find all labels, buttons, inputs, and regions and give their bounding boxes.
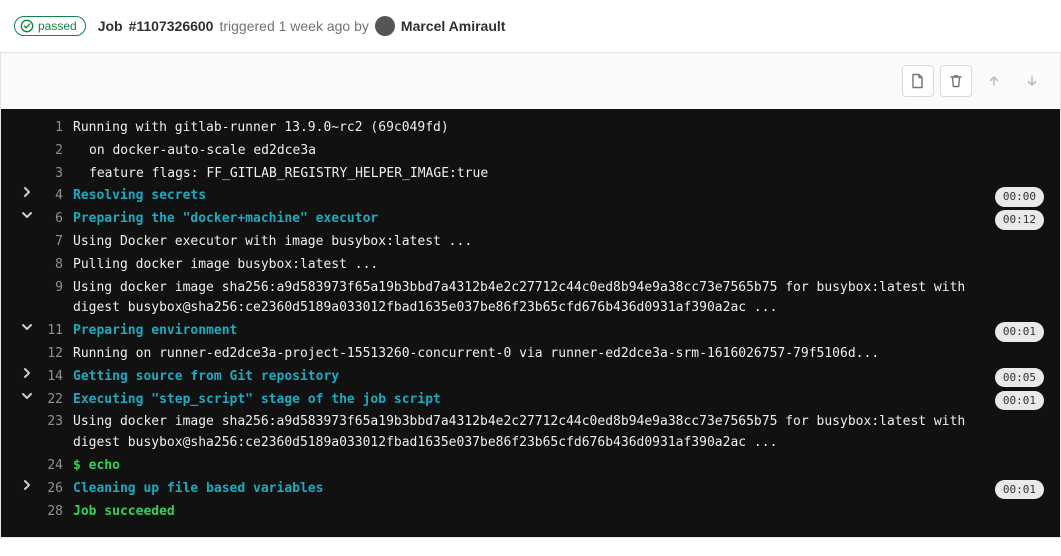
scroll-top-button <box>978 65 1010 97</box>
log-content: Using docker image sha256:a9d583973f65a1… <box>73 278 1044 320</box>
status-badge: passed <box>14 16 86 36</box>
log-content: feature flags: FF_GITLAB_REGISTRY_HELPER… <box>73 164 1044 185</box>
section-duration: 00:01 <box>995 322 1044 342</box>
line-number: 8 <box>45 255 73 276</box>
log-gutter[interactable] <box>9 390 45 402</box>
chevron-down-icon <box>21 321 33 333</box>
document-icon <box>910 73 926 89</box>
line-number: 6 <box>45 209 73 230</box>
arrow-down-icon <box>1024 73 1040 89</box>
log-content: Cleaning up file based variables <box>73 479 1044 500</box>
log-content: Preparing environment <box>73 321 1044 342</box>
log-line: 28Job succeeded <box>9 501 1044 524</box>
chevron-down-icon <box>21 390 33 402</box>
log-gutter[interactable] <box>9 367 45 379</box>
arrow-up-icon <box>986 73 1002 89</box>
log-content: Resolving secrets <box>73 186 1044 207</box>
log-section-header[interactable]: 26Cleaning up file based variables00:01 <box>9 478 1044 501</box>
chevron-right-icon <box>21 479 33 491</box>
log-line: 8Pulling docker image busybox:latest ... <box>9 254 1044 277</box>
job-id: #1107326600 <box>129 18 214 34</box>
log-line: 7Using Docker executor with image busybo… <box>9 231 1044 254</box>
section-duration: 00:05 <box>995 368 1044 388</box>
log-section-header[interactable]: 14Getting source from Git repository00:0… <box>9 366 1044 389</box>
job-header-text: Job #1107326600 triggered 1 week ago by … <box>98 16 506 36</box>
log-line: 1Running with gitlab-runner 13.9.0~rc2 (… <box>9 117 1044 140</box>
log-gutter[interactable] <box>9 479 45 491</box>
line-number: 12 <box>45 344 73 365</box>
log-line: 2on docker-auto-scale ed2dce3a <box>9 140 1044 163</box>
log-content: Preparing the "docker+machine" executor <box>73 209 1044 230</box>
log-section-header[interactable]: 22Executing "step_script" stage of the j… <box>9 389 1044 412</box>
status-label: passed <box>38 19 77 33</box>
log-content: Running with gitlab-runner 13.9.0~rc2 (6… <box>73 118 1044 139</box>
show-raw-button[interactable] <box>902 65 934 97</box>
author-name[interactable]: Marcel Amirault <box>401 18 506 34</box>
log-section-header[interactable]: 6Preparing the "docker+machine" executor… <box>9 208 1044 231</box>
log-body: 1Running with gitlab-runner 13.9.0~rc2 (… <box>1 109 1060 537</box>
log-content: Pulling docker image busybox:latest ... <box>73 255 1044 276</box>
log-line: 12Running on runner-ed2dce3a-project-155… <box>9 343 1044 366</box>
line-number: 26 <box>45 479 73 500</box>
log-toolbar <box>1 53 1060 109</box>
section-duration: 00:01 <box>995 480 1044 500</box>
line-number: 2 <box>45 141 73 162</box>
log-gutter[interactable] <box>9 321 45 333</box>
check-circle-icon <box>20 19 34 33</box>
log-section-header[interactable]: 4Resolving secrets00:00 <box>9 185 1044 208</box>
scroll-bottom-button <box>1016 65 1048 97</box>
chevron-right-icon <box>21 367 33 379</box>
log-content: Job succeeded <box>73 502 1044 523</box>
section-duration: 00:12 <box>995 210 1044 230</box>
log-content: $ echo <box>73 456 1044 477</box>
section-duration: 00:01 <box>995 391 1044 411</box>
line-number: 7 <box>45 232 73 253</box>
line-number: 11 <box>45 321 73 342</box>
avatar[interactable] <box>375 16 395 36</box>
log-content: Getting source from Git repository <box>73 367 1044 388</box>
line-number: 9 <box>45 278 73 299</box>
log-line: 9Using docker image sha256:a9d583973f65a… <box>9 277 1044 321</box>
line-number: 24 <box>45 456 73 477</box>
log-section-header[interactable]: 11Preparing environment00:01 <box>9 320 1044 343</box>
log-content: Executing "step_script" stage of the job… <box>73 390 1044 411</box>
job-label-prefix: Job <box>98 18 123 34</box>
log-line: 23Using docker image sha256:a9d583973f65… <box>9 411 1044 455</box>
log-content: on docker-auto-scale ed2dce3a <box>73 141 1044 162</box>
trash-icon <box>948 73 964 89</box>
log-content: Using docker image sha256:a9d583973f65a1… <box>73 412 1044 454</box>
job-header: passed Job #1107326600 triggered 1 week … <box>0 0 1061 53</box>
log-content: Running on runner-ed2dce3a-project-15513… <box>73 344 1044 365</box>
log-wrapper: 1Running with gitlab-runner 13.9.0~rc2 (… <box>0 53 1061 538</box>
section-duration: 00:00 <box>995 187 1044 207</box>
log-line: 3feature flags: FF_GITLAB_REGISTRY_HELPE… <box>9 163 1044 186</box>
line-number: 1 <box>45 118 73 139</box>
line-number: 4 <box>45 186 73 207</box>
chevron-right-icon <box>21 186 33 198</box>
line-number: 14 <box>45 367 73 388</box>
log-gutter[interactable] <box>9 186 45 198</box>
line-number: 22 <box>45 390 73 411</box>
chevron-down-icon <box>21 209 33 221</box>
log-content: Using Docker executor with image busybox… <box>73 232 1044 253</box>
line-number: 28 <box>45 502 73 523</box>
line-number: 3 <box>45 164 73 185</box>
line-number: 23 <box>45 412 73 433</box>
erase-job-button[interactable] <box>940 65 972 97</box>
log-gutter[interactable] <box>9 209 45 221</box>
log-line: 24$ echo <box>9 455 1044 478</box>
triggered-text: triggered 1 week ago by <box>219 18 368 34</box>
